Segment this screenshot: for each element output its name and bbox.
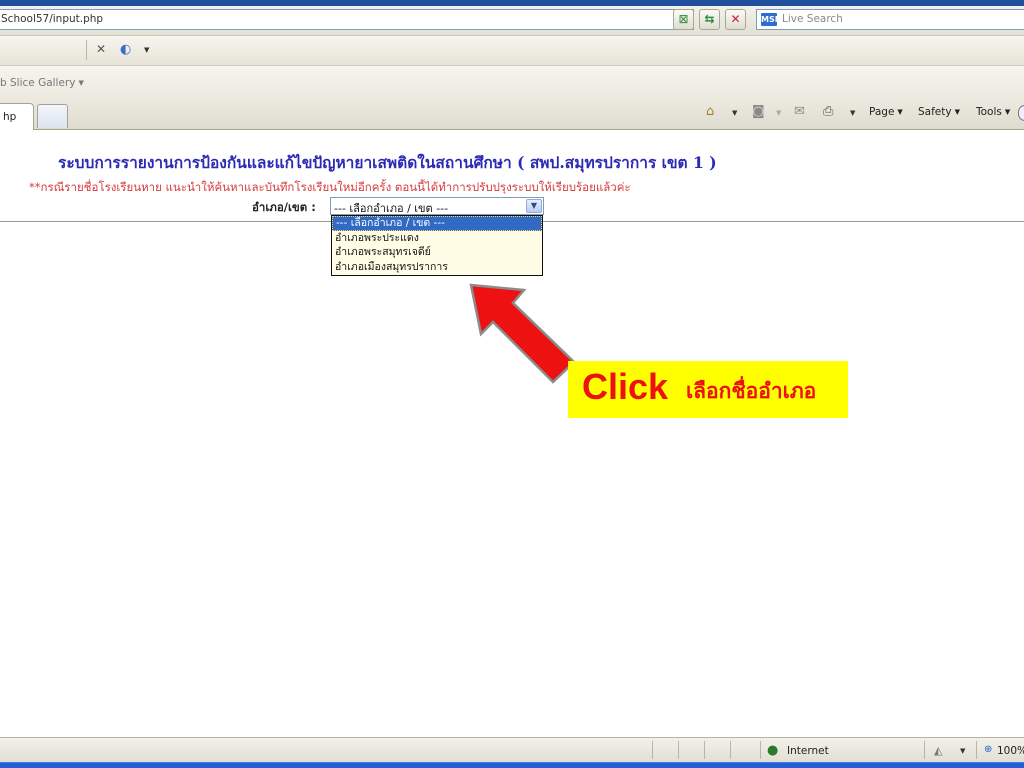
status-divider <box>976 741 977 759</box>
chevron-down-icon[interactable]: ▼ <box>850 109 855 117</box>
stop-icon[interactable]: ✕ <box>725 9 746 30</box>
status-divider <box>730 741 731 759</box>
taskbar <box>0 762 1024 768</box>
print-icon[interactable]: ⎙ <box>823 104 833 119</box>
internet-zone-icon: ● <box>767 743 779 758</box>
tab-current[interactable]: hp <box>0 103 34 130</box>
district-select[interactable]: --- เลือกอำเภอ / เขต --- ▼ <box>330 197 544 215</box>
page-title: ระบบการรายงานการป้องกันและแก้ไขปัญหายาเส… <box>58 153 717 172</box>
feeds-icon[interactable]: ◙ <box>752 104 765 119</box>
mail-icon[interactable]: ✉ <box>794 104 805 119</box>
favorites-bar: b Slice Gallery ▼ <box>0 66 1024 100</box>
tab-row: hp ⌂ ▼ ◙ ▼ ✉ ⎙ ▼ Page ▼ Safety ▼ Tools ▼ <box>0 100 1024 130</box>
zoom-icon[interactable]: ⊕ <box>984 744 992 755</box>
zoom-level[interactable]: 100% <box>997 745 1024 757</box>
tab-label: hp <box>3 111 17 123</box>
page-content: ระบบการรายงานการป้องกันและแก้ไขปัญหายาเส… <box>0 131 1024 737</box>
home-icon[interactable]: ⌂ <box>706 104 714 119</box>
callout-instruction: เลือกชื่ออำเภอ <box>686 378 817 403</box>
district-option[interactable]: อำเภอพระประแดง <box>332 231 542 246</box>
toolbar-row: ✕ ◐ ▼ <box>0 36 1024 66</box>
help-icon[interactable] <box>1018 105 1024 121</box>
compat-view-icon[interactable]: ⊠ <box>673 9 694 30</box>
refresh-icon[interactable]: ⇆ <box>699 9 720 30</box>
page-menu[interactable]: Page ▼ <box>869 106 903 118</box>
status-divider <box>704 741 705 759</box>
search-box[interactable]: MSN Live Search <box>756 9 1024 30</box>
protected-mode-icon[interactable]: ◭ <box>934 744 942 757</box>
status-divider <box>760 741 761 759</box>
live-search-icon: MSN <box>761 13 782 26</box>
status-bar: ● Internet ◭ ▼ ⊕ 100% <box>0 737 1024 762</box>
district-option[interactable]: อำเภอพระสมุทรเจดีย์ <box>332 245 542 260</box>
chevron-down-icon[interactable]: ▼ <box>144 46 149 54</box>
favorites-item[interactable]: b Slice Gallery ▼ <box>0 77 84 89</box>
chevron-down-icon[interactable]: ▼ <box>526 199 542 213</box>
district-label: อำเภอ/เขต : <box>252 200 316 214</box>
callout-click-word: Click <box>582 366 669 407</box>
address-bar-row: School57/input.php ▼ ⊠ ⇆ ✕ MSN Live Sear… <box>0 6 1024 36</box>
district-option[interactable]: --- เลือกอำเภอ / เขต --- <box>332 216 542 231</box>
notice-text: **กรณีรายชื่อโรงเรียนหาย แนะนำให้ค้นหาแล… <box>29 180 631 194</box>
search-placeholder[interactable]: Live Search <box>782 13 843 25</box>
district-option[interactable]: อำเภอเมืองสมุทรปราการ <box>332 260 542 275</box>
status-divider <box>924 741 925 759</box>
chevron-down-icon[interactable]: ▼ <box>776 109 781 117</box>
click-callout: Click เลือกชื่ออำเภอ <box>568 361 848 418</box>
safety-menu[interactable]: Safety ▼ <box>918 106 960 118</box>
chevron-down-icon[interactable]: ▼ <box>960 747 965 755</box>
internet-zone-label: Internet <box>787 745 829 757</box>
status-divider <box>678 741 679 759</box>
toolbar-divider <box>86 40 87 60</box>
tools-menu[interactable]: Tools ▼ <box>976 106 1010 118</box>
address-url[interactable]: School57/input.php <box>1 13 103 25</box>
status-divider <box>652 741 653 759</box>
close-icon[interactable]: ✕ <box>96 42 106 56</box>
new-tab-button[interactable] <box>37 104 68 128</box>
district-options-list[interactable]: --- เลือกอำเภอ / เขต --- อำเภอพระประแดง … <box>331 215 543 276</box>
address-bar[interactable]: School57/input.php ▼ <box>0 9 694 30</box>
red-arrow-icon <box>469 283 576 384</box>
chevron-down-icon[interactable]: ▼ <box>732 109 737 117</box>
globe-icon[interactable]: ◐ <box>120 42 131 57</box>
